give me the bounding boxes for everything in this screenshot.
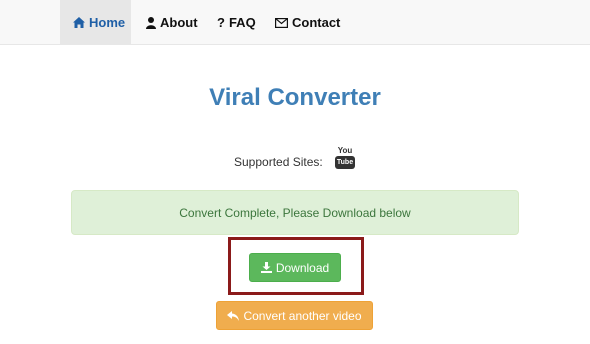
- download-icon: [260, 262, 272, 273]
- reply-icon: [227, 310, 240, 321]
- supported-sites-label: Supported Sites:: [234, 155, 323, 169]
- home-icon: [73, 17, 85, 28]
- question-icon: ?: [217, 15, 225, 30]
- envelope-icon: [275, 17, 288, 28]
- download-button[interactable]: Download: [249, 253, 341, 282]
- nav-about[interactable]: About: [146, 0, 198, 45]
- youtube-logo-top: You: [337, 146, 353, 155]
- nav-home-label: Home: [89, 15, 126, 30]
- convert-another-button[interactable]: Convert another video: [216, 301, 373, 330]
- download-label: Download: [275, 260, 330, 275]
- navbar: Home About ? FAQ Contact: [0, 0, 590, 45]
- page-title: Viral Converter: [209, 84, 381, 111]
- nav-faq[interactable]: ? FAQ: [217, 0, 256, 45]
- nav-about-label: About: [160, 15, 198, 30]
- nav-contact[interactable]: Contact: [275, 0, 340, 45]
- nav-home[interactable]: Home: [60, 0, 131, 45]
- youtube-logo-bottom: Tube: [335, 156, 355, 169]
- nav-faq-label: FAQ: [228, 15, 256, 30]
- user-icon: [146, 16, 156, 29]
- nav-contact-label: Contact: [292, 15, 341, 30]
- success-alert: Convert Complete, Please Download below: [71, 190, 519, 235]
- youtube-logo: You Tube: [334, 146, 356, 170]
- alert-text: Convert Complete, Please Download below: [179, 205, 411, 220]
- convert-another-label: Convert another video: [243, 308, 362, 323]
